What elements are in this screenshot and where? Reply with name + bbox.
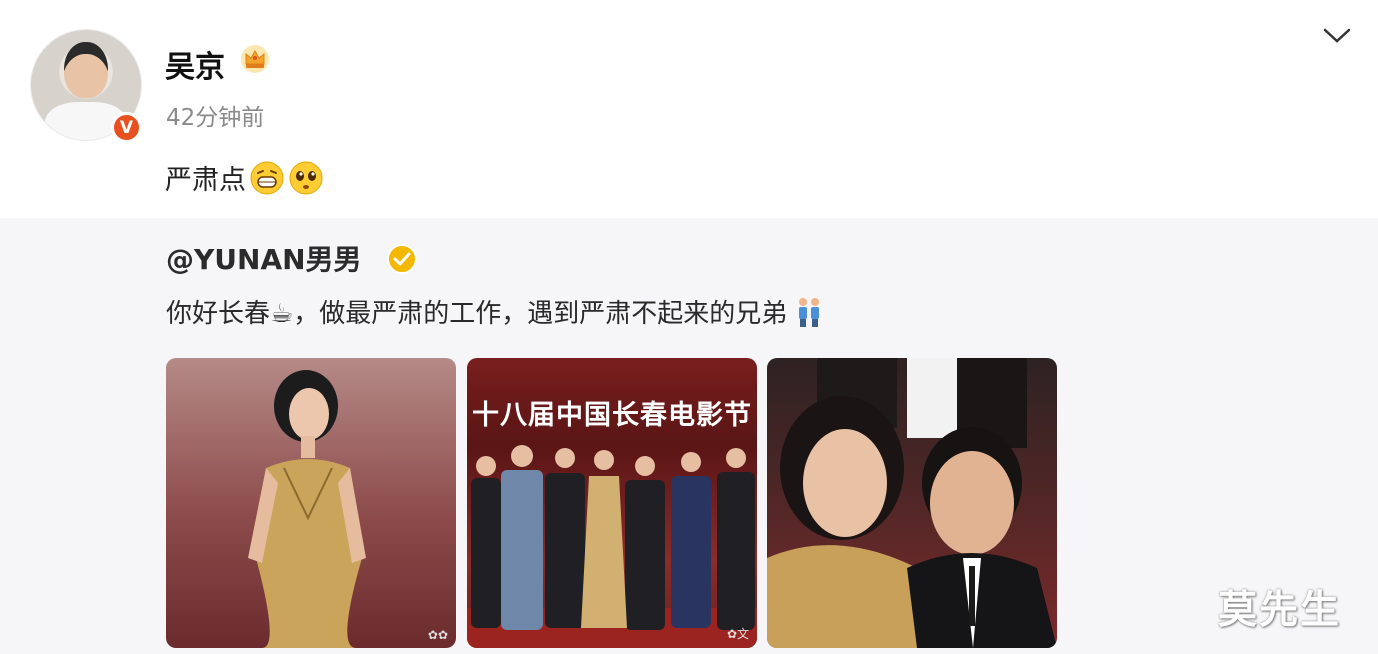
watermark-text: 莫先生 [1218,588,1342,633]
weibo-post: V 吴京 42分钟前 严肃点 @YUNAN男男 你好长春☕，做最严肃的工作，遇到… [0,0,1378,654]
grin-emoji-icon [250,161,284,194]
pleading-emoji-icon [289,161,323,194]
photo-2-watermark: ✿文 [726,627,749,641]
username[interactable]: 吴京 [165,42,225,86]
photo-thumbnail-3[interactable] [767,358,1057,648]
two-people-emoji-icon [799,297,820,327]
photo-1-watermark: ✿✿ [427,628,448,642]
post-text: 严肃点 [165,158,324,197]
repost-author[interactable]: @YUNAN男男 [166,238,362,278]
verified-yellow-icon [387,244,417,274]
repost-text: 你好长春☕，做最严肃的工作，遇到严肃不起来的兄弟 [166,293,823,330]
photo-3-illustration [767,358,1057,648]
post-timestamp: 42分钟前 [166,105,265,131]
photo-thumbnail-2[interactable]: 十八届中国长春电影节 ✿文 [467,358,757,648]
photo-1-illustration [248,370,366,648]
verified-icon: V [111,112,142,143]
post-text-content: 严肃点 [165,165,246,196]
photo-thumbnail-1[interactable]: ✿✿ [166,358,456,648]
chevron-down-icon[interactable] [1322,24,1352,48]
avatar-face [64,42,108,98]
crown-icon [241,45,269,73]
photo-2-illustration [467,445,757,648]
repost-text-content: 你好长春☕，做最严肃的工作，遇到严肃不起来的兄弟 [166,299,788,329]
